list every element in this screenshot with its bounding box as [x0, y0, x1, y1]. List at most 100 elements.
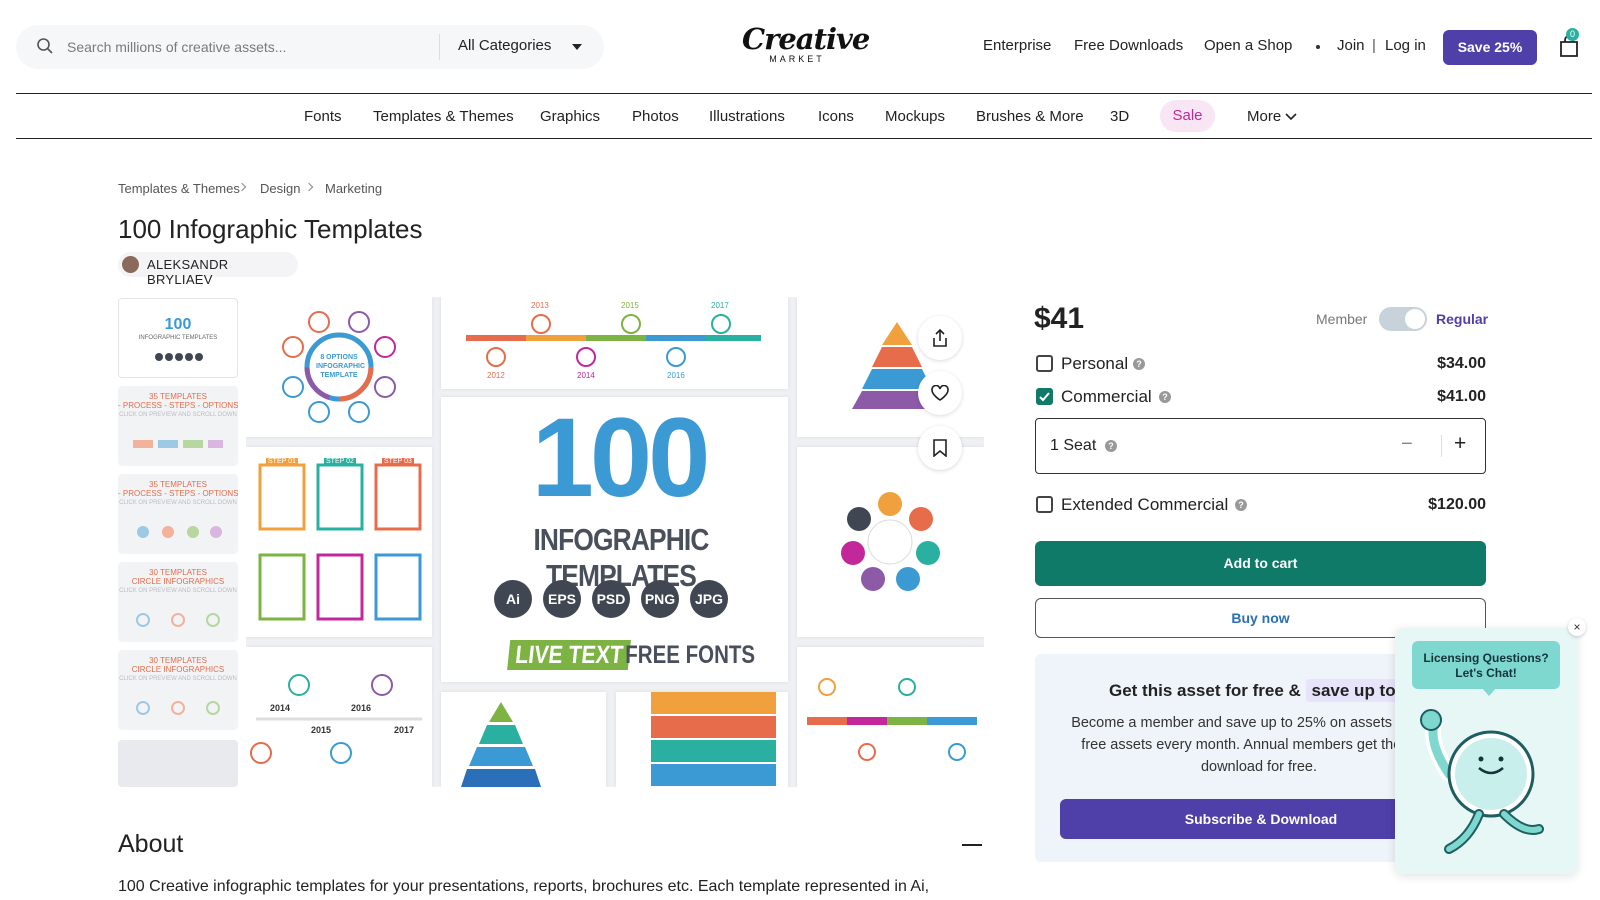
logo[interactable]: Creative MARKET [742, 24, 870, 64]
pyramid-green-graphic [461, 702, 541, 787]
chevron-right-icon [304, 182, 314, 192]
link-separator: | [1372, 37, 1376, 54]
extended-checkbox[interactable] [1036, 496, 1053, 513]
bookmark-icon [933, 439, 947, 457]
nav-templates-themes[interactable]: Templates & Themes [373, 108, 514, 125]
format-badge-psd: PSD [592, 580, 630, 618]
login-link[interactable]: Log in [1385, 37, 1426, 54]
member-label: Member [1316, 311, 1368, 327]
step-label: STEP 03 [382, 458, 414, 465]
timeline-year: 2016 [667, 371, 685, 380]
thumbnail-1[interactable]: 100 INFOGRAPHIC TEMPLATES [118, 298, 238, 378]
personal-label[interactable]: Personal [1061, 354, 1128, 374]
nav-brushes[interactable]: Brushes & More [976, 108, 1084, 125]
commercial-checkbox[interactable] [1036, 388, 1053, 405]
increment-button[interactable]: + [1454, 432, 1466, 456]
nav-graphics[interactable]: Graphics [540, 108, 600, 125]
add-to-cart-button[interactable]: Add to cart [1035, 541, 1486, 586]
enterprise-link[interactable]: Enterprise [983, 37, 1051, 54]
help-icon[interactable]: ? [1235, 499, 1247, 511]
extended-price: $120.00 [1428, 496, 1486, 513]
breadcrumb-marketing[interactable]: Marketing [325, 181, 382, 196]
commercial-label[interactable]: Commercial [1061, 387, 1152, 407]
years-graphic [250, 674, 422, 764]
chat-bubble-tail [1482, 688, 1496, 696]
nav-bottom-rule [16, 138, 1592, 139]
extended-label[interactable]: Extended Commercial [1061, 495, 1228, 515]
timeline-year: 2017 [711, 301, 729, 310]
avatar [122, 256, 139, 273]
close-chat-button[interactable]: × [1568, 618, 1586, 636]
seat-divider [1441, 435, 1442, 457]
decrement-button[interactable]: − [1401, 433, 1413, 456]
cart-count-badge: 0 [1566, 28, 1579, 41]
nav-icons[interactable]: Icons [818, 108, 854, 125]
step-label: STEP 01 [266, 458, 298, 465]
help-icon[interactable]: ? [1133, 358, 1145, 370]
thumbnail-title: 30 TEMPLATES CIRCLE INFOGRAPHICS [131, 568, 225, 586]
thumbnail-4[interactable]: 30 TEMPLATES CIRCLE INFOGRAPHICS CLICK O… [118, 562, 238, 642]
join-link[interactable]: Join [1337, 37, 1365, 54]
preview-panel-steps: STEP 01 STEP 02 STEP 03 [246, 447, 432, 637]
open-shop-link[interactable]: Open a Shop [1204, 37, 1292, 54]
favorite-button[interactable] [918, 371, 962, 415]
nav-illustrations[interactable]: Illustrations [709, 108, 785, 125]
thumbnail-graphic [136, 701, 220, 715]
save-25-button[interactable]: Save 25% [1443, 30, 1537, 65]
breadcrumb-design[interactable]: Design [260, 181, 300, 196]
help-icon[interactable]: ? [1159, 391, 1171, 403]
hero-number: 100 [531, 395, 711, 520]
caret-down-icon[interactable] [572, 44, 582, 50]
thumbnail-2[interactable]: 35 TEMPLATES - PROCESS - STEPS - OPTIONS… [118, 386, 238, 466]
promo-heading: Get this asset for free & save up to 25% [1109, 679, 1441, 702]
thumbnail-title: 30 TEMPLATES CIRCLE INFOGRAPHICS [131, 656, 225, 674]
chat-bubble[interactable]: Licensing Questions? Let's Chat! [1412, 641, 1560, 689]
thumbnail-subtitle: INFOGRAPHIC TEMPLATES [138, 335, 218, 341]
chat-widget[interactable]: Licensing Questions? Let's Chat! [1395, 628, 1577, 874]
nav-mockups[interactable]: Mockups [885, 108, 945, 125]
nav-3d[interactable]: 3D [1110, 108, 1129, 125]
preview-panel-timeline-right [797, 647, 984, 787]
author-chip[interactable]: ALEKSANDR BRYLIAEV [118, 252, 298, 287]
timeline-year: 2012 [487, 371, 505, 380]
thumbnail-5[interactable]: 30 TEMPLATES CIRCLE INFOGRAPHICS CLICK O… [118, 650, 238, 730]
nav-more[interactable]: More [1247, 108, 1281, 125]
bookmark-button[interactable] [918, 426, 962, 470]
help-icon[interactable]: ? [1105, 440, 1117, 452]
thumbnail-3[interactable]: 35 TEMPLATES - PROCESS - STEPS - OPTIONS… [118, 474, 238, 554]
chevron-down-icon[interactable] [1285, 113, 1297, 121]
pyramid-graphic [852, 322, 942, 409]
nav-photos[interactable]: Photos [632, 108, 679, 125]
preview-panel-pyramid [797, 297, 984, 437]
check-icon [1039, 392, 1050, 402]
thumbnail-graphic [136, 613, 220, 627]
personal-price: $34.00 [1437, 355, 1486, 372]
thumbnail-graphic [137, 526, 222, 538]
search-bar[interactable]: Search millions of creative assets... Al… [16, 25, 604, 69]
pricing-toggle[interactable] [1379, 307, 1427, 331]
thumbnail-6[interactable] [118, 740, 238, 787]
share-button[interactable] [918, 316, 962, 360]
nav-fonts[interactable]: Fonts [304, 108, 342, 125]
collapse-icon[interactable] [962, 844, 982, 846]
heart-icon [931, 385, 949, 401]
free-downloads-link[interactable]: Free Downloads [1074, 37, 1183, 54]
format-badge-eps: EPS [543, 580, 581, 618]
price: $41 [1034, 302, 1085, 335]
nav-top-rule [16, 93, 1592, 94]
format-badge-png: PNG [641, 580, 679, 618]
nav-sale[interactable]: Sale [1160, 100, 1215, 132]
category-select[interactable]: All Categories [458, 37, 551, 54]
timeline-year: 2015 [621, 301, 639, 310]
preview-panel-years: 2014 2015 2016 2017 [246, 647, 432, 787]
preview-panel-timeline: 2012 2013 2014 2015 2016 2017 [441, 297, 788, 389]
search-divider [439, 34, 440, 60]
personal-checkbox[interactable] [1036, 355, 1053, 372]
thumbnail-title: 35 TEMPLATES - PROCESS - STEPS - OPTIONS… [118, 480, 238, 498]
timeline-year: 2013 [531, 301, 549, 310]
years-label: 2014 [270, 703, 291, 713]
search-input[interactable]: Search millions of creative assets... [67, 39, 286, 55]
breadcrumb-templates[interactable]: Templates & Themes [118, 181, 240, 196]
about-heading: About [118, 830, 184, 858]
product-preview-image[interactable]: 8 OPTIONS INFOGRAPHIC TEMPLATE 2012 2013… [246, 297, 984, 787]
